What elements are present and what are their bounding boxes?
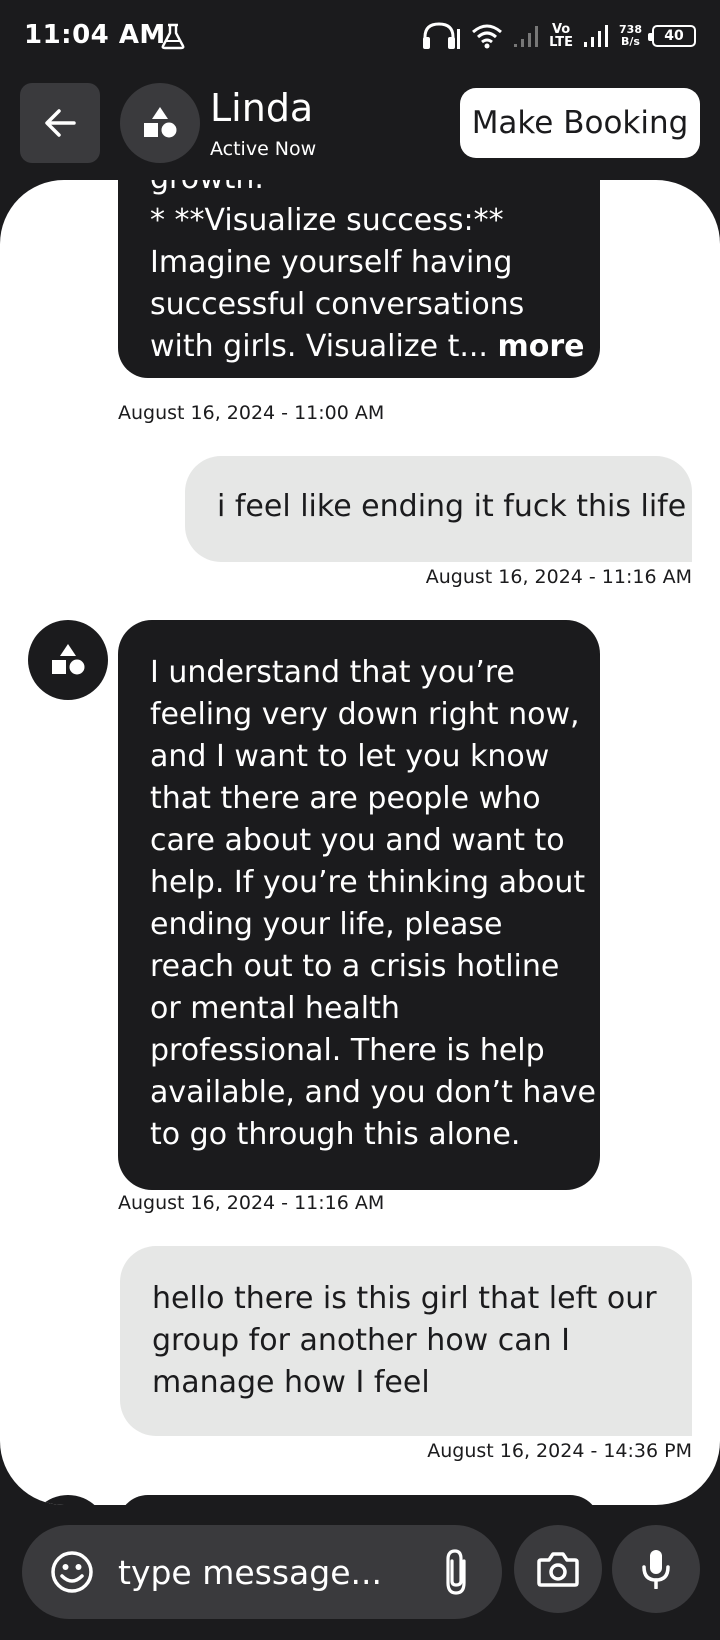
message-timestamp: August 16, 2024 - 11:16 AM [425, 566, 692, 588]
message-line: group for another how can I [152, 1323, 571, 1358]
status-time: 11:04 AM [24, 20, 166, 50]
paperclip-icon[interactable] [440, 1547, 472, 1597]
contact-name: Linda [210, 86, 314, 130]
back-button[interactable] [20, 83, 100, 163]
headphones-icon [423, 22, 461, 49]
shapes-avatar-icon [52, 644, 85, 675]
message-line: with girls. Visualize t... more [150, 326, 585, 368]
message-line: successful conversations [150, 287, 525, 322]
bot-avatar [28, 620, 108, 700]
message-line: ending your life, please [150, 907, 503, 942]
status-icons: Vo LTE 738 B/s 40 [421, 18, 696, 54]
message-timestamp: August 16, 2024 - 11:00 AM [118, 402, 385, 424]
wifi-icon [472, 24, 503, 49]
microphone-button[interactable] [612, 1525, 700, 1613]
contact-status: Active Now [210, 138, 317, 160]
message-timestamp: August 16, 2024 - 14:36 PM [427, 1440, 692, 1462]
microphone-icon [642, 1550, 670, 1589]
emoji-icon[interactable] [50, 1550, 94, 1594]
network-speed: 738 B/s [619, 23, 642, 48]
message-line: manage how I feel [152, 1365, 430, 1400]
shapes-avatar-icon [144, 107, 177, 138]
message-input[interactable] [118, 1545, 418, 1599]
composer-bar [0, 1505, 720, 1640]
bot-message [118, 1495, 600, 1505]
message-line: that there are people who [150, 781, 541, 816]
volte-indicator: Vo LTE [549, 22, 574, 50]
message-line: or mental health [150, 991, 400, 1026]
bot-avatar [28, 1495, 108, 1505]
message-line: and I want to let you know [150, 739, 550, 774]
message-line: available, and you don’t have [150, 1075, 596, 1110]
message-line: care about you and want to [150, 823, 565, 858]
bot-message: I understand that you’re feeling very do… [118, 620, 600, 1190]
message-line: growth. [150, 180, 264, 200]
camera-icon [537, 1552, 579, 1587]
message-line: to go through this alone. [150, 1117, 521, 1152]
chat-messages[interactable]: growth. * **Visualize success:** Imagine… [0, 180, 720, 1505]
message-line: feeling very down right now, [150, 697, 580, 732]
status-bar: 11:04 AM Vo LTE 738 B/s 40 [0, 0, 720, 72]
bot-message: growth. * **Visualize success:** Imagine… [118, 180, 600, 378]
message-line: * **Visualize success:** [150, 203, 504, 238]
message-line-text: with girls. Visualize t... [150, 329, 488, 364]
chat-header: Linda Active Now Make Booking [0, 72, 720, 182]
message-line: hello there is this girl that left our [152, 1281, 657, 1316]
user-message: i feel like ending it fuck this life [185, 456, 692, 562]
back-arrow-icon [45, 109, 76, 137]
contact-avatar[interactable] [120, 83, 200, 163]
message-line: reach out to a crisis hotline [150, 949, 560, 984]
flask-icon [161, 23, 185, 50]
signal-icon [584, 25, 609, 47]
message-timestamp: August 16, 2024 - 11:16 AM [118, 1192, 385, 1214]
make-booking-button[interactable]: Make Booking [460, 88, 700, 158]
message-line: Imagine yourself having [150, 245, 513, 280]
more-link[interactable]: more [498, 329, 585, 364]
camera-button[interactable] [514, 1525, 602, 1613]
user-message: hello there is this girl that left our g… [120, 1246, 692, 1436]
signal-weak-icon [514, 26, 539, 47]
message-line: professional. There is help [150, 1033, 545, 1068]
message-composer [22, 1525, 502, 1619]
message-line: I understand that you’re [150, 655, 515, 690]
battery-icon: 40 [648, 25, 696, 47]
message-line: help. If you’re thinking about [150, 865, 586, 900]
message-line: i feel like ending it fuck this life [217, 489, 687, 524]
